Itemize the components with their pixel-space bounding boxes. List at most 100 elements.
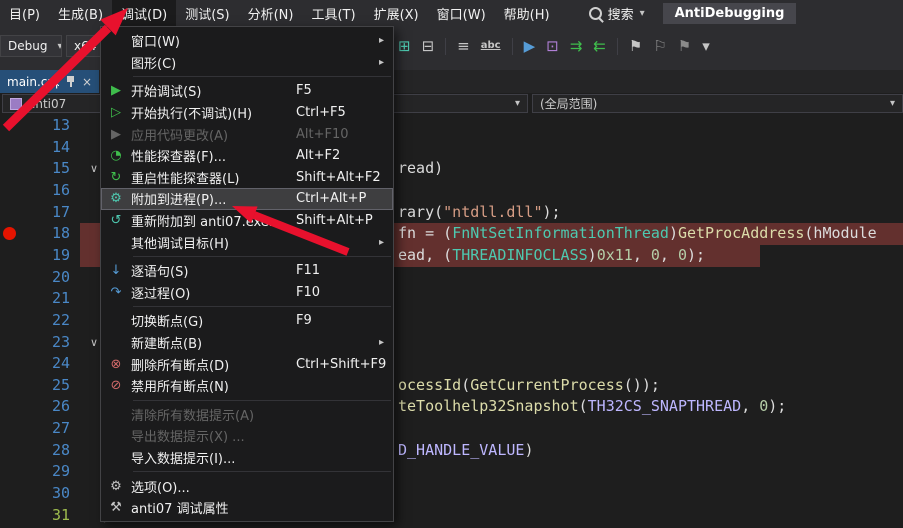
line-number[interactable]: 24 — [0, 353, 70, 375]
code-text: ocessId(GetCurrentProcess()); — [398, 375, 660, 397]
menu-item-label: 导入数据提示(I)... — [131, 448, 235, 467]
line-number[interactable]: 23 — [0, 332, 70, 354]
apply-code-changes-icon: ▶ — [101, 127, 131, 142]
line-number[interactable]: 29 — [0, 461, 70, 483]
submenu-arrow-icon: ▸ — [379, 35, 384, 46]
visual-studio-window: 目(P)生成(B)调试(D)测试(S)分析(N)工具(T)扩展(X)窗口(W)帮… — [0, 0, 903, 528]
code-block-icon[interactable]: ⊡ — [546, 34, 559, 58]
menu-item-7[interactable]: ↻重启性能探查器(L)Shift+Alt+F2 — [101, 167, 393, 189]
compare-files-icon[interactable]: ⊞ — [398, 34, 411, 58]
run-to-cursor-icon[interactable]: ▶ — [524, 34, 536, 58]
close-icon[interactable]: × — [82, 75, 92, 89]
line-number[interactable]: 20 — [0, 267, 70, 289]
chevron-down-icon: ▾ — [515, 98, 520, 109]
menu-item-label: 应用代码更改(A) — [131, 125, 228, 144]
line-number[interactable]: 17 — [0, 202, 70, 224]
code-fold-icon[interactable]: ∨ — [90, 334, 98, 352]
menu-item-0[interactable]: 窗口(W)▸ — [101, 30, 393, 52]
menu-item-label: 重启性能探查器(L) — [131, 168, 239, 187]
scope-value: (全局范围) — [540, 95, 597, 112]
solution-configurations-dropdown[interactable]: Debug ▾ — [0, 35, 62, 57]
line-number[interactable]: 28 — [0, 440, 70, 462]
menu-item-shortcut: F11 — [296, 263, 320, 278]
toolbar-icon-group: ⊞ ⊟ ≡ abc ▶ ⊡ ⇉ ⇇ ⚑ ⚐ ⚑ ▾ — [398, 34, 710, 58]
menubar-item-6[interactable]: 扩展(X) — [365, 0, 428, 26]
save-all-icon[interactable]: ⊟ — [422, 34, 435, 58]
line-number[interactable]: 21 — [0, 288, 70, 310]
code-text: D_HANDLE_VALUE) — [398, 440, 533, 462]
line-number[interactable]: 26 — [0, 396, 70, 418]
menu-item-18[interactable]: ⊘禁用所有断点(N) — [101, 375, 393, 397]
menu-item-shortcut: Ctrl+F5 — [296, 105, 346, 120]
chevron-down-icon: ▾ — [640, 8, 645, 19]
menu-item-label: 新建断点(B) — [131, 333, 202, 352]
code-fold-icon[interactable]: ∨ — [90, 160, 98, 178]
line-number[interactable]: 31 — [0, 505, 70, 527]
toolbar-separator — [617, 38, 618, 55]
menu-item-shortcut: Ctrl+Shift+F9 — [296, 357, 386, 372]
menu-item-label: 开始调试(S) — [131, 81, 201, 100]
menu-item-4[interactable]: ▷开始执行(不调试)(H)Ctrl+F5 — [101, 102, 393, 124]
menu-item-3[interactable]: ▶开始调试(S)F5 — [101, 80, 393, 102]
line-number[interactable]: 14 — [0, 137, 70, 159]
relaunch-profiler-icon: ↻ — [101, 170, 131, 185]
menubar-item-0[interactable]: 目(P) — [0, 0, 49, 26]
menu-item-label: 逐语句(S) — [131, 261, 188, 280]
line-number[interactable]: 22 — [0, 310, 70, 332]
menu-item-9[interactable]: ↺重新附加到 anti07.exe...Shift+Alt+P — [101, 210, 393, 232]
line-number[interactable]: 15 — [0, 158, 70, 180]
menubar-item-4[interactable]: 分析(N) — [239, 0, 303, 26]
menubar-item-7[interactable]: 窗口(W) — [428, 0, 495, 26]
menu-item-shortcut: F9 — [296, 313, 312, 328]
indent-icon[interactable]: ⇉ — [570, 34, 583, 58]
line-number[interactable]: 13 — [0, 115, 70, 137]
menu-item-label: 开始执行(不调试)(H) — [131, 103, 252, 122]
menu-item-12[interactable]: ↓逐语句(S) F11 — [101, 260, 393, 282]
menu-item-24[interactable]: ⚙选项(O)... — [101, 475, 393, 497]
menubar-item-1[interactable]: 生成(B) — [49, 0, 112, 26]
menubar-item-5[interactable]: 工具(T) — [302, 0, 364, 26]
menu-item-label: 切换断点(G) — [131, 311, 203, 330]
step-into-icon: ↓ — [101, 263, 131, 278]
menubar-item-8[interactable]: 帮助(H) — [495, 0, 559, 26]
toolbar-overflow-icon[interactable]: ▾ — [702, 34, 710, 58]
chevron-down-icon: ▾ — [57, 41, 62, 52]
menu-item-8[interactable]: ⚙附加到进程(P)...Ctrl+Alt+P — [101, 188, 393, 210]
solution-platforms-dropdown[interactable]: x64 — [66, 35, 102, 57]
line-number[interactable]: 30 — [0, 483, 70, 505]
menu-item-13[interactable]: ↷逐过程(O)F10 — [101, 282, 393, 304]
cpp-project-icon — [10, 98, 22, 110]
next-bookmark-icon[interactable]: ⚑ — [678, 34, 691, 58]
code-text: teToolhelp32Snapshot(TH32CS_SNAPTHREAD, … — [398, 396, 786, 418]
pin-icon[interactable] — [66, 75, 75, 88]
line-number[interactable]: 16 — [0, 180, 70, 202]
menubar-item-3[interactable]: 测试(S) — [176, 0, 238, 26]
menu-bar: 目(P)生成(B)调试(D)测试(S)分析(N)工具(T)扩展(X)窗口(W)帮… — [0, 0, 559, 26]
prev-bookmark-icon[interactable]: ⚐ — [653, 34, 666, 58]
line-number[interactable]: 27 — [0, 418, 70, 440]
tab-main-cpp[interactable]: main.cpp × — [0, 70, 99, 93]
line-detail-icon[interactable]: ≡ — [457, 34, 470, 58]
menu-item-22[interactable]: 导入数据提示(I)... — [101, 447, 393, 469]
menu-item-10[interactable]: 其他调试目标(H)▸ — [101, 231, 393, 253]
toggle-bookmark-icon[interactable]: ⚑ — [629, 34, 642, 58]
search-box[interactable]: 搜索 ▾ — [589, 4, 645, 23]
submenu-arrow-icon: ▸ — [379, 337, 384, 348]
line-number[interactable]: 25 — [0, 375, 70, 397]
menu-item-17[interactable]: ⊗删除所有断点(D)Ctrl+Shift+F9 — [101, 353, 393, 375]
project-dropdown[interactable]: anti07 — [2, 94, 106, 113]
line-number[interactable]: 19 — [0, 245, 70, 267]
menu-item-25[interactable]: ⚒anti07 调试属性 — [101, 497, 393, 519]
menu-item-16[interactable]: 新建断点(B) ▸ — [101, 332, 393, 354]
member-scope-dropdown[interactable]: (全局范围) ▾ — [532, 94, 903, 113]
search-icon — [589, 7, 602, 20]
outdent-icon[interactable]: ⇇ — [593, 34, 606, 58]
menu-item-1[interactable]: 图形(C)▸ — [101, 52, 393, 74]
delete-all-breakpoints-icon: ⊗ — [101, 357, 131, 372]
menu-item-6[interactable]: ◔性能探查器(F)...Alt+F2 — [101, 145, 393, 167]
menu-item-shortcut: Alt+F2 — [296, 148, 340, 163]
chevron-down-icon: ▾ — [890, 98, 895, 109]
menubar-item-2[interactable]: 调试(D) — [112, 0, 176, 26]
spell-check-icon[interactable]: abc — [481, 34, 501, 58]
menu-item-15[interactable]: 切换断点(G) F9 — [101, 310, 393, 332]
